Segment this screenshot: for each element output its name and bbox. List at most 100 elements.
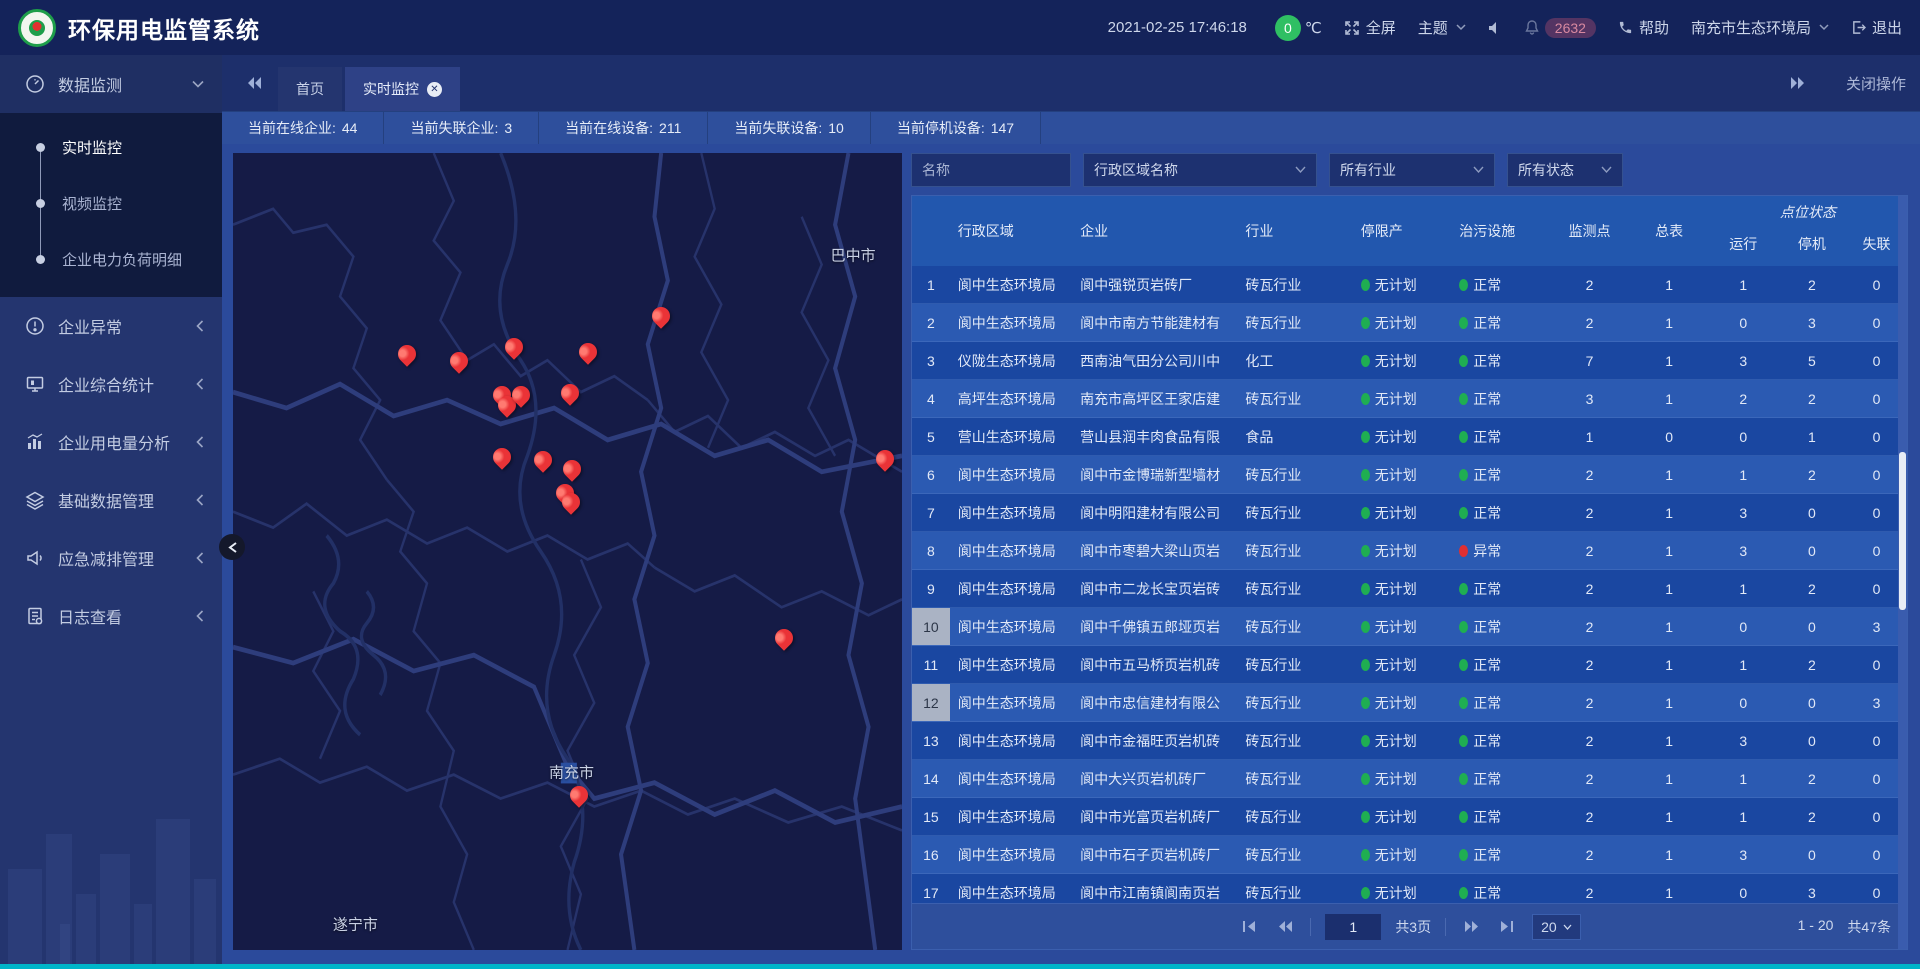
map-pin-icon[interactable] <box>449 351 469 371</box>
stat-item: 当前在线企业:44 <box>222 112 384 144</box>
map-pin-icon[interactable] <box>562 459 582 479</box>
cell-facility-status: 正常 <box>1451 304 1550 341</box>
sidebar-collapse-handle[interactable] <box>219 534 245 560</box>
first-page-button[interactable] <box>1238 916 1260 938</box>
prev-page-button[interactable] <box>1274 916 1296 938</box>
cell-facility-status: 正常 <box>1451 342 1550 379</box>
tabs-scroll-right-button[interactable] <box>1776 61 1820 105</box>
tab-1[interactable]: 实时监控✕ <box>345 67 460 111</box>
table-row[interactable]: 5营山生态环境局营山县润丰肉食品有限食品无计划正常10010 <box>912 418 1907 456</box>
table-row[interactable]: 16阆中生态环境局阆中市石子页岩机砖厂砖瓦行业无计划正常21300 <box>912 836 1907 874</box>
map-pin-icon[interactable] <box>578 342 598 362</box>
tab-0[interactable]: 首页 <box>278 67 342 111</box>
sidebar-item-2[interactable]: 企业综合统计 <box>0 355 222 413</box>
theme-dropdown[interactable]: 主题 <box>1418 17 1466 38</box>
cell-stop: 0 <box>1778 836 1847 873</box>
bell-icon <box>1525 20 1539 35</box>
map-pin-icon[interactable] <box>511 385 531 405</box>
table-row[interactable]: 1阆中生态环境局阆中强锐页岩砖厂砖瓦行业无计划正常21120 <box>912 266 1907 304</box>
map-pin-icon[interactable] <box>875 449 895 469</box>
table-scrollbar[interactable] <box>1898 196 1907 949</box>
sidebar-subitem[interactable]: 实时监控 <box>0 119 222 175</box>
map-pin-icon[interactable] <box>651 306 671 326</box>
table-row[interactable]: 14阆中生态环境局阆中大兴页岩机砖厂砖瓦行业无计划正常21120 <box>912 760 1907 798</box>
sidebar: 数据监测实时监控视频监控企业电力负荷明细企业异常企业综合统计企业用电量分析基础数… <box>0 55 222 964</box>
map-pin-icon[interactable] <box>397 344 417 364</box>
close-icon[interactable]: ✕ <box>427 82 442 97</box>
table-row[interactable]: 15阆中生态环境局阆中市光富页岩机砖厂砖瓦行业无计划正常21120 <box>912 798 1907 836</box>
cell-limit-status: 无计划 <box>1353 798 1452 835</box>
sidebar-item-3[interactable]: 企业用电量分析 <box>0 413 222 471</box>
layers-icon <box>24 489 46 511</box>
industry-filter-select[interactable]: 所有行业 <box>1329 153 1495 187</box>
sidebar-item-4[interactable]: 基础数据管理 <box>0 471 222 529</box>
map-pin-icon[interactable] <box>561 492 581 512</box>
cell-run: 0 <box>1709 608 1778 645</box>
cell-industry: 食品 <box>1237 418 1352 455</box>
status-dot-icon <box>1459 507 1468 519</box>
page-size-select[interactable]: 20 <box>1532 914 1581 940</box>
table-row[interactable]: 2阆中生态环境局阆中市南方节能建材有砖瓦行业无计划正常21030 <box>912 304 1907 342</box>
table-row[interactable]: 6阆中生态环境局阆中市金博瑞新型墙材砖瓦行业无计划正常21120 <box>912 456 1907 494</box>
row-number: 17 <box>912 874 950 903</box>
sidebar-item-5[interactable]: 应急减排管理 <box>0 529 222 587</box>
row-number: 10 <box>912 608 950 645</box>
close-operations-dropdown[interactable]: 关闭操作 <box>1846 73 1906 94</box>
last-page-button[interactable] <box>1496 916 1518 938</box>
sidebar-subitem[interactable]: 企业电力负荷明细 <box>0 231 222 287</box>
logout-button[interactable]: 退出 <box>1851 17 1902 38</box>
page-number-input[interactable] <box>1325 914 1381 940</box>
region-filter-select[interactable]: 行政区域名称 <box>1083 153 1317 187</box>
map-pin-icon[interactable] <box>492 447 512 467</box>
sidebar-item-6[interactable]: 日志查看 <box>0 587 222 645</box>
table-row[interactable]: 3仪陇生态环境局西南油气田分公司川中化工无计划正常71350 <box>912 342 1907 380</box>
timeline-dot-icon <box>36 255 45 264</box>
column-subheader: 运行 <box>1709 222 1778 266</box>
sidebar-item-1[interactable]: 企业异常 <box>0 297 222 355</box>
sound-toggle[interactable] <box>1488 21 1503 35</box>
map-panel[interactable]: 巴中市南充市遂宁市 <box>233 153 902 950</box>
org-dropdown[interactable]: 南充市生态环境局 <box>1691 17 1829 38</box>
map-pin-icon[interactable] <box>774 628 794 648</box>
cell-stop: 2 <box>1778 456 1847 493</box>
cell-meters: 1 <box>1629 608 1709 645</box>
table-row[interactable]: 11阆中生态环境局阆中市五马桥页岩机砖砖瓦行业无计划正常21120 <box>912 646 1907 684</box>
table-row[interactable]: 9阆中生态环境局阆中市二龙长宝页岩砖砖瓦行业无计划正常21120 <box>912 570 1907 608</box>
cell-industry: 砖瓦行业 <box>1237 456 1352 493</box>
row-number: 5 <box>912 418 950 455</box>
fullscreen-button[interactable]: 全屏 <box>1344 17 1396 38</box>
top-header: 环保用电监管系统 2021-02-25 17:46:18 0 ℃ 全屏 主题 2… <box>0 0 1920 55</box>
table-row[interactable]: 17阆中生态环境局阆中市江南镇阆南页岩砖瓦行业无计划正常21030 <box>912 874 1907 903</box>
table-row[interactable]: 10阆中生态环境局阆中千佛镇五郎垭页岩砖瓦行业无计划正常21003 <box>912 608 1907 646</box>
cell-stop: 2 <box>1778 760 1847 797</box>
cell-region: 阆中生态环境局 <box>950 266 1072 303</box>
cell-meters: 1 <box>1629 570 1709 607</box>
cell-points: 2 <box>1550 722 1630 759</box>
cell-limit-status: 无计划 <box>1353 646 1452 683</box>
stat-item: 当前失联企业:3 <box>384 112 539 144</box>
map-pin-icon[interactable] <box>533 450 553 470</box>
map-pin-icon[interactable] <box>560 383 580 403</box>
map-pin-icon[interactable] <box>504 337 524 357</box>
table-row[interactable]: 7阆中生态环境局阆中明阳建材有限公司砖瓦行业无计划正常21300 <box>912 494 1907 532</box>
table-row[interactable]: 12阆中生态环境局阆中市忠信建材有限公砖瓦行业无计划正常21003 <box>912 684 1907 722</box>
status-dot-icon <box>1361 735 1370 747</box>
table-row[interactable]: 8阆中生态环境局阆中市枣碧大梁山页岩砖瓦行业无计划异常21300 <box>912 532 1907 570</box>
row-number: 3 <box>912 342 950 379</box>
chevron-left-icon <box>196 610 204 622</box>
tabs-scroll-left-button[interactable] <box>232 61 276 105</box>
table-row[interactable]: 13阆中生态环境局阆中市金福旺页岩机砖砖瓦行业无计划正常21300 <box>912 722 1907 760</box>
status-filter-select[interactable]: 所有状态 <box>1507 153 1623 187</box>
name-filter-input[interactable] <box>911 153 1071 187</box>
logout-icon <box>1851 20 1866 35</box>
map-pin-icon[interactable] <box>569 785 589 805</box>
column-header: 治污设施 <box>1451 196 1550 266</box>
sidebar-item-0[interactable]: 数据监测 <box>0 55 222 113</box>
table-row[interactable]: 4高坪生态环境局南充市高坪区王家店建砖瓦行业无计划正常31220 <box>912 380 1907 418</box>
next-page-button[interactable] <box>1460 916 1482 938</box>
sidebar-subitem[interactable]: 视频监控 <box>0 175 222 231</box>
cell-stop: 0 <box>1778 608 1847 645</box>
sidebar-item-label: 企业异常 <box>58 314 196 338</box>
notifications-button[interactable]: 2632 <box>1525 18 1596 38</box>
help-button[interactable]: 帮助 <box>1618 17 1669 38</box>
